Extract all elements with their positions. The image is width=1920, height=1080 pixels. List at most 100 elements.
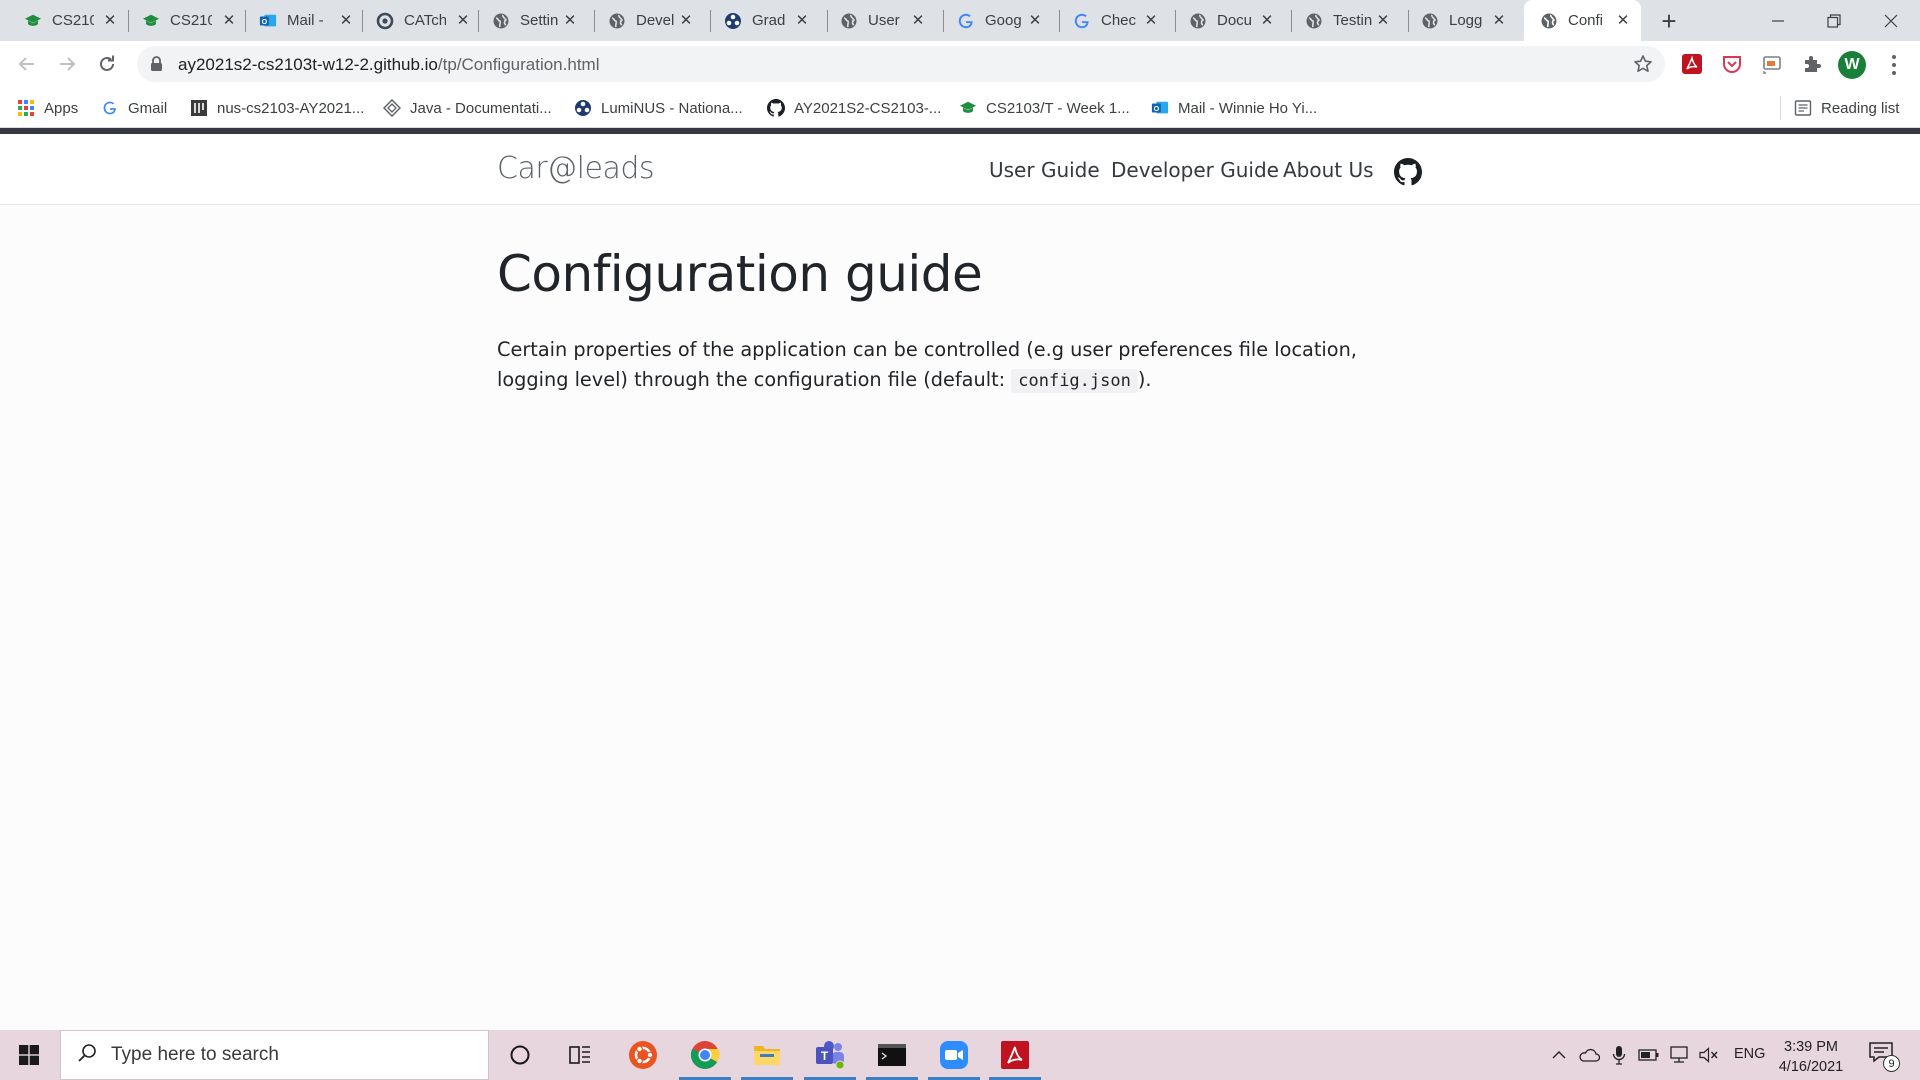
taskbar-clock[interactable]: 3:39 PM 4/16/2021: [1766, 1037, 1856, 1077]
reading-list-icon: [1794, 99, 1812, 117]
bookmark-star-icon[interactable]: [1633, 54, 1653, 79]
clock-date: 4/16/2021: [1778, 1059, 1844, 1075]
tab-google[interactable]: Goog ✕: [935, 0, 1053, 41]
volume-muted-icon[interactable]: [1694, 1030, 1724, 1080]
network-icon[interactable]: [1664, 1030, 1694, 1080]
tab-checkstyle[interactable]: Chec ✕: [1051, 0, 1169, 41]
extensions-puzzle-icon[interactable]: [1799, 51, 1825, 77]
bookmark-mail[interactable]: O Mail - Winnie Ho Yi...: [1151, 95, 1317, 121]
tab-cs2103-1[interactable]: CS210 ✕: [0, 0, 128, 41]
bookmark-apps[interactable]: Apps: [17, 95, 78, 121]
teams-app-icon[interactable]: T: [800, 1030, 860, 1080]
reading-list-button[interactable]: Reading list: [1794, 95, 1899, 121]
tab-close-icon[interactable]: ✕: [678, 12, 694, 29]
tab-title: CATch: [404, 12, 446, 29]
start-button[interactable]: [0, 1030, 58, 1080]
tab-close-icon[interactable]: ✕: [1615, 12, 1631, 29]
globe-icon: [1540, 12, 1558, 30]
zoom-app-icon[interactable]: [924, 1030, 984, 1080]
tab-catcher[interactable]: CATch ✕: [353, 0, 481, 41]
tab-close-icon[interactable]: ✕: [1027, 12, 1043, 29]
luminus-icon: [724, 12, 742, 30]
address-bar[interactable]: ay2021s2-cs2103t-w12-2.github.io/tp/Conf…: [137, 46, 1665, 82]
tab-gradebook[interactable]: Grad ✕: [702, 0, 820, 41]
chrome-app-icon[interactable]: [675, 1030, 735, 1080]
tab-logging[interactable]: Logg ✕: [1399, 0, 1517, 41]
acrobat-extension-icon[interactable]: [1679, 51, 1705, 77]
notification-count-badge: 9: [1883, 1055, 1900, 1072]
ubuntu-app-icon[interactable]: [613, 1030, 673, 1080]
tab-documentation[interactable]: Docu ✕: [1167, 0, 1285, 41]
tab-close-icon[interactable]: ✕: [102, 12, 118, 29]
tab-title: Testin: [1333, 12, 1373, 29]
globe-icon: [1421, 12, 1439, 30]
forward-button[interactable]: [51, 48, 83, 80]
cast-extension-icon[interactable]: [1759, 51, 1785, 77]
nav-developer-guide[interactable]: Developer Guide: [1111, 158, 1279, 182]
tab-close-icon[interactable]: ✕: [221, 12, 237, 29]
reading-list-label: Reading list: [1821, 99, 1900, 117]
site-brand-link[interactable]: Car@leads: [497, 151, 655, 186]
nav-user-guide[interactable]: User Guide: [989, 158, 1100, 182]
onedrive-cloud-icon[interactable]: [1574, 1030, 1604, 1080]
bookmark-luminus[interactable]: LumiNUS - Nationa...: [574, 95, 743, 121]
outlook-icon: O: [259, 12, 277, 30]
nav-about-us[interactable]: About Us: [1283, 158, 1374, 182]
input-language[interactable]: ENG: [1734, 1046, 1765, 1062]
tab-close-icon[interactable]: ✕: [910, 12, 926, 29]
bookmark-cs2103-week[interactable]: CS2103/T - Week 1...: [959, 95, 1130, 121]
tab-configuration-active[interactable]: Confi ✕: [1524, 0, 1641, 41]
tab-title: Mail -: [287, 12, 324, 29]
acrobat-app-icon[interactable]: [985, 1030, 1045, 1080]
bookmark-nus-cs2103[interactable]: nus-cs2103-AY2021...: [190, 95, 364, 121]
tab-close-icon[interactable]: ✕: [562, 12, 578, 29]
battery-icon[interactable]: [1634, 1030, 1664, 1080]
terminal-app-icon[interactable]: [862, 1030, 922, 1080]
tab-title: Confi: [1568, 12, 1604, 29]
browser-menu-icon[interactable]: [1884, 53, 1904, 77]
show-hidden-icons-chevron-up-icon[interactable]: [1544, 1030, 1574, 1080]
tab-close-icon[interactable]: ✕: [1491, 12, 1507, 29]
tab-close-icon[interactable]: ✕: [794, 12, 810, 29]
search-icon: [77, 1043, 97, 1068]
pocket-extension-icon[interactable]: [1719, 51, 1745, 77]
tab-close-icon[interactable]: ✕: [338, 12, 354, 29]
url-text[interactable]: ay2021s2-cs2103t-w12-2.github.io/tp/Conf…: [178, 55, 599, 75]
new-tab-button[interactable]: +: [1656, 6, 1682, 36]
bookmark-label: CS2103/T - Week 1...: [986, 99, 1130, 117]
tab-mail[interactable]: O Mail - ✕: [236, 0, 364, 41]
tab-close-icon[interactable]: ✕: [455, 12, 471, 29]
action-center-button[interactable]: 9: [1868, 1040, 1900, 1072]
tab-close-icon[interactable]: ✕: [1143, 12, 1159, 29]
close-window-button[interactable]: [1862, 0, 1920, 41]
bookmark-java-docs[interactable]: Java - Documentati...: [383, 95, 552, 121]
tab-title: Grad: [752, 12, 786, 29]
tab-settings[interactable]: Settin ✕: [470, 0, 588, 41]
tab-testing[interactable]: Testin ✕: [1283, 0, 1401, 41]
tab-close-icon[interactable]: ✕: [1375, 12, 1391, 29]
file-explorer-icon[interactable]: [737, 1030, 797, 1080]
bookmark-gmail[interactable]: Gmail: [101, 95, 167, 121]
github-icon[interactable]: [1394, 158, 1422, 186]
tab-user-guide[interactable]: User ✕: [818, 0, 936, 41]
tab-developer-guide[interactable]: Devel ✕: [586, 0, 704, 41]
profile-avatar[interactable]: W: [1838, 51, 1866, 79]
task-view-button[interactable]: [550, 1030, 610, 1080]
restore-button[interactable]: [1805, 0, 1863, 41]
microphone-icon[interactable]: [1604, 1030, 1634, 1080]
reload-button[interactable]: [91, 48, 123, 80]
back-button[interactable]: [11, 48, 43, 80]
java-icon: [383, 99, 401, 117]
config-file-code: config.json: [1011, 369, 1138, 393]
tab-close-icon[interactable]: ✕: [1259, 12, 1275, 29]
lock-icon[interactable]: [150, 56, 163, 77]
minimize-button[interactable]: [1749, 0, 1807, 41]
url-path: /tp/Configuration.html: [437, 55, 600, 74]
tab-cs2103-2[interactable]: CS210 ✕: [119, 0, 247, 41]
cortana-button[interactable]: [490, 1030, 550, 1080]
intro-paragraph: Certain properties of the application ca…: [497, 335, 1427, 396]
search-placeholder: Type here to search: [111, 1044, 279, 1065]
graduation-cap-icon: [24, 12, 42, 30]
bookmark-github-repo[interactable]: AY2021S2-CS2103-...: [767, 95, 941, 121]
taskbar-search-box[interactable]: Type here to search: [60, 1030, 489, 1080]
